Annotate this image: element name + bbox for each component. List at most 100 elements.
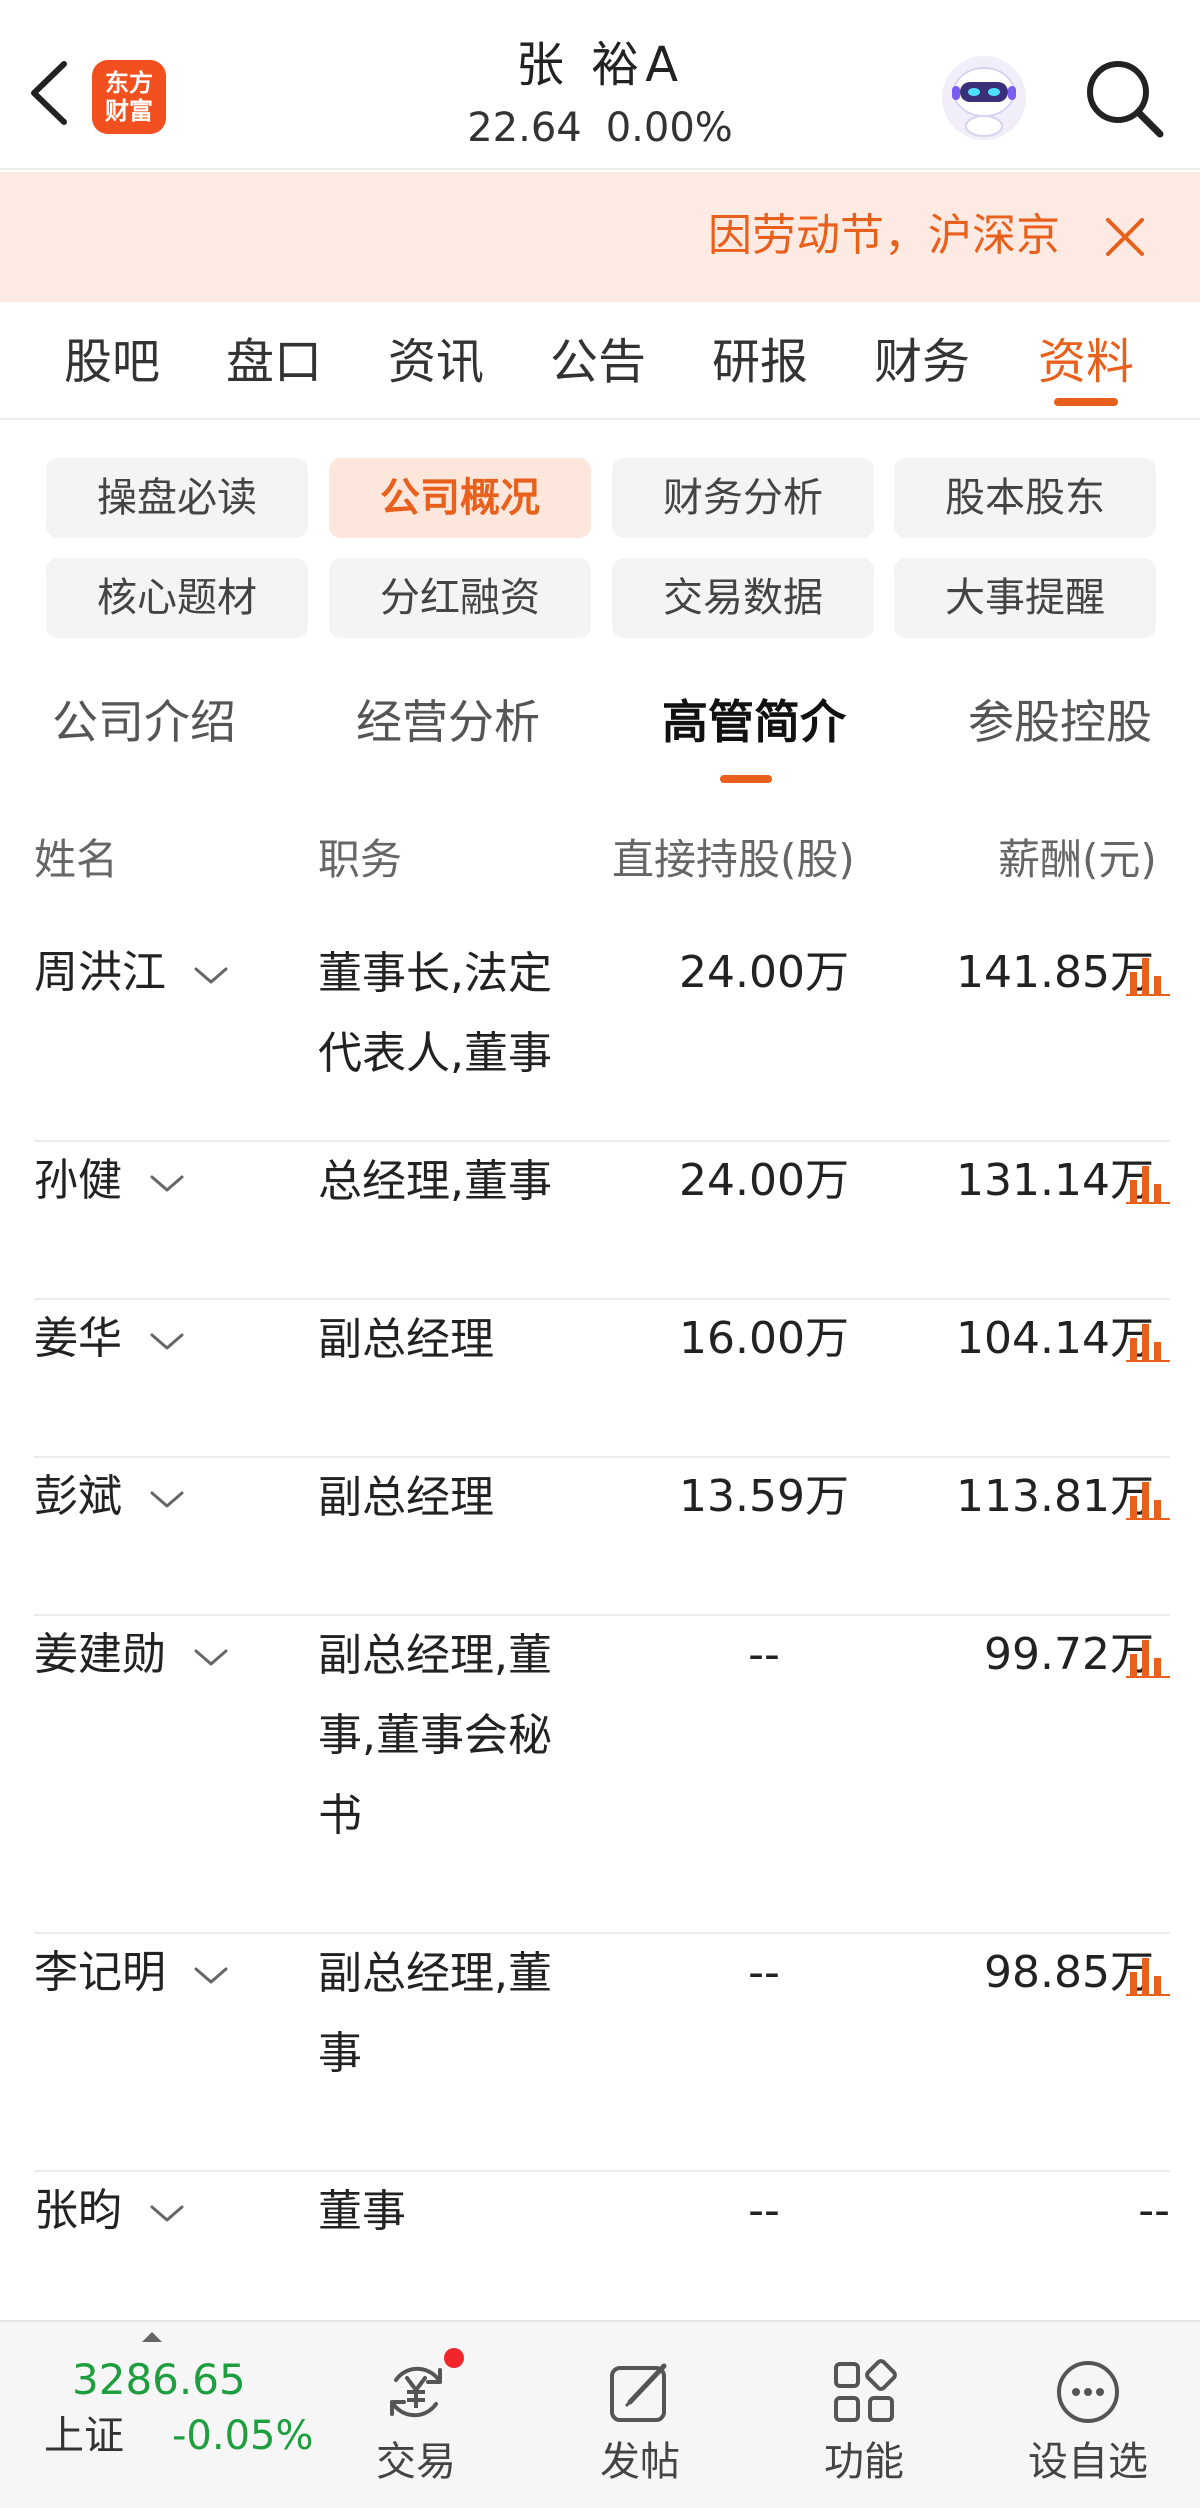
bar-chart-icon[interactable] (1126, 952, 1170, 998)
chip-trading-data[interactable]: 交易数据 (612, 558, 874, 638)
exec-shares: 24.00万 (679, 1155, 849, 1206)
chip-share-capital[interactable]: 股本股东 (894, 458, 1156, 538)
table-row[interactable]: 姜华 副总经理 16.00万 104.14万 (34, 1300, 1170, 1458)
col-header-pay: 薪酬(元) (998, 835, 1157, 884)
exec-shares: 24.00万 (679, 947, 849, 998)
chevron-down-icon[interactable] (192, 963, 230, 987)
app-logo[interactable]: 东方 财富 (92, 60, 166, 134)
edit-post-icon (610, 2363, 667, 2422)
bar-chart-icon[interactable] (1126, 1318, 1170, 1364)
nav-trade-label: 交易 (376, 2439, 456, 2485)
close-icon[interactable] (1100, 212, 1150, 262)
back-arrow-icon[interactable] (26, 58, 74, 128)
exec-role-line: 副总经理,董 (318, 1948, 552, 1999)
robot-assistant-icon[interactable] (938, 52, 1030, 144)
table-row[interactable]: 张昀 董事 -- -- (34, 2172, 1170, 2322)
exec-role-line: 副总经理,董 (318, 1630, 552, 1681)
bar-chart-icon[interactable] (1126, 1160, 1170, 1206)
col-header-role: 职务 (318, 835, 403, 884)
exec-role-line: 副总经理 (318, 1314, 494, 1365)
chip-company-overview[interactable]: 公司概况 (329, 458, 591, 538)
subtab-company-intro[interactable]: 公司介绍 (52, 690, 236, 754)
logo-line2: 财富 (105, 97, 153, 125)
exec-name-sun-jian[interactable]: 孙健 (34, 1142, 186, 1220)
exec-role-line: 事 (318, 2028, 362, 2079)
index-name[interactable]: 上证 (44, 2408, 124, 2464)
chevron-down-icon[interactable] (148, 2201, 186, 2225)
bar-chart-icon[interactable] (1126, 1952, 1170, 1998)
stock-title: 张 裕A 22.64 0.00% (400, 30, 800, 156)
chip-major-events[interactable]: 大事提醒 (894, 558, 1156, 638)
index-change[interactable]: -0.05% (172, 2408, 314, 2464)
nav-trade[interactable]: 交易 (326, 2322, 506, 2508)
exec-name-jiang-hua[interactable]: 姜华 (34, 1300, 186, 1378)
tab-research[interactable]: 研报 (712, 330, 808, 394)
exec-name-jiang-jianxun[interactable]: 姜建勋 (34, 1616, 230, 1694)
exec-name-text: 周洪江 (34, 947, 166, 998)
exec-role: 副总经理,董 事,董事会秘书 (318, 1616, 608, 1856)
chevron-down-icon[interactable] (148, 1487, 186, 1511)
exec-role-line: 董事长,法定 (318, 948, 552, 999)
chip-trading-must-read[interactable]: 操盘必读 (46, 458, 308, 538)
tab-pankou[interactable]: 盘口 (226, 330, 322, 394)
bar-chart-icon[interactable] (1126, 1476, 1170, 1522)
exec-name-li-jiming[interactable]: 李记明 (34, 1934, 230, 2012)
exec-pay: -- (1138, 2185, 1170, 2236)
subtab-executives[interactable]: 高管简介 (662, 690, 846, 754)
tab-guba[interactable]: 股吧 (64, 330, 160, 394)
tab-announcements[interactable]: 公告 (550, 330, 646, 394)
exec-role-line: 代表人,董事 (318, 1028, 552, 1079)
chip-core-themes[interactable]: 核心题材 (46, 558, 308, 638)
nav-post[interactable]: 发帖 (550, 2322, 730, 2508)
top-header: 东方 财富 张 裕A 22.64 0.00% (0, 0, 1200, 170)
logo-line1: 东方 (105, 69, 153, 97)
main-tabs: 股吧 盘口 资讯 公告 研报 财务 资料 (0, 302, 1200, 420)
col-header-shares: 直接持股(股) (612, 835, 855, 884)
expand-up-icon[interactable] (140, 2330, 164, 2344)
table-row[interactable]: 姜建勋 副总经理,董 事,董事会秘书 -- 99.72万 (34, 1616, 1170, 1934)
table-row[interactable]: 周洪江 董事长,法定 代表人,董事 24.00万 141.85万 (34, 934, 1170, 1142)
tab-news[interactable]: 资讯 (388, 330, 484, 394)
more-dots-icon (1057, 2361, 1119, 2423)
tab-profile[interactable]: 资料 (1038, 330, 1134, 394)
chevron-down-icon[interactable] (148, 1171, 186, 1195)
chip-financial-analysis[interactable]: 财务分析 (612, 458, 874, 538)
chip-dividends[interactable]: 分红融资 (329, 558, 591, 638)
notice-banner[interactable]: 因劳动节，沪深京 (0, 172, 1200, 302)
active-tab-indicator (1054, 398, 1118, 406)
subtab-holdings[interactable]: 参股控股 (968, 690, 1152, 754)
stock-name: 张 裕A (515, 37, 685, 93)
table-row[interactable]: 李记明 副总经理,董事 -- 98.85万 (34, 1934, 1170, 2172)
exec-role-line: 总经理,董事 (318, 1156, 552, 1207)
subtab-business-analysis[interactable]: 经营分析 (356, 690, 540, 754)
subtab-indicator (720, 775, 772, 783)
chevron-down-icon[interactable] (192, 1645, 230, 1669)
nav-functions-label: 功能 (824, 2439, 904, 2485)
table-row[interactable]: 彭斌 副总经理 13.59万 113.81万 (34, 1458, 1170, 1616)
nav-functions[interactable]: 功能 (774, 2322, 954, 2508)
bar-chart-icon[interactable] (1126, 1634, 1170, 1680)
exec-shares: -- (748, 1629, 780, 1680)
col-header-name: 姓名 (34, 835, 119, 884)
exec-pay: 99.72万 (984, 1629, 1154, 1680)
tab-finance[interactable]: 财务 (874, 330, 970, 394)
exec-name-text: 彭斌 (34, 1471, 122, 1522)
exec-role: 总经理,董事 (318, 1142, 608, 1222)
stock-quote: 22.64 0.00% (400, 100, 800, 156)
chevron-down-icon[interactable] (192, 1963, 230, 1987)
exec-role: 董事长,法定 代表人,董事 (318, 934, 608, 1094)
exec-name-text: 张昀 (34, 2185, 122, 2236)
nav-add-watchlist[interactable]: 设自选 (998, 2322, 1178, 2508)
search-icon[interactable] (1082, 56, 1166, 140)
index-value[interactable]: 3286.65 (72, 2352, 246, 2408)
exec-shares: -- (748, 1947, 780, 1998)
nav-post-label: 发帖 (600, 2439, 680, 2485)
exec-pay: 131.14万 (956, 1155, 1154, 1206)
exec-name-zhou-hongjiang[interactable]: 周洪江 (34, 934, 230, 1012)
chevron-down-icon[interactable] (148, 1329, 186, 1353)
exec-name-peng-bin[interactable]: 彭斌 (34, 1458, 186, 1536)
table-row[interactable]: 孙健 总经理,董事 24.00万 131.14万 (34, 1142, 1170, 1300)
exec-name-text: 孙健 (34, 1155, 122, 1206)
exec-name-zhang-yun[interactable]: 张昀 (34, 2172, 186, 2250)
exec-shares: 13.59万 (679, 1471, 849, 1522)
